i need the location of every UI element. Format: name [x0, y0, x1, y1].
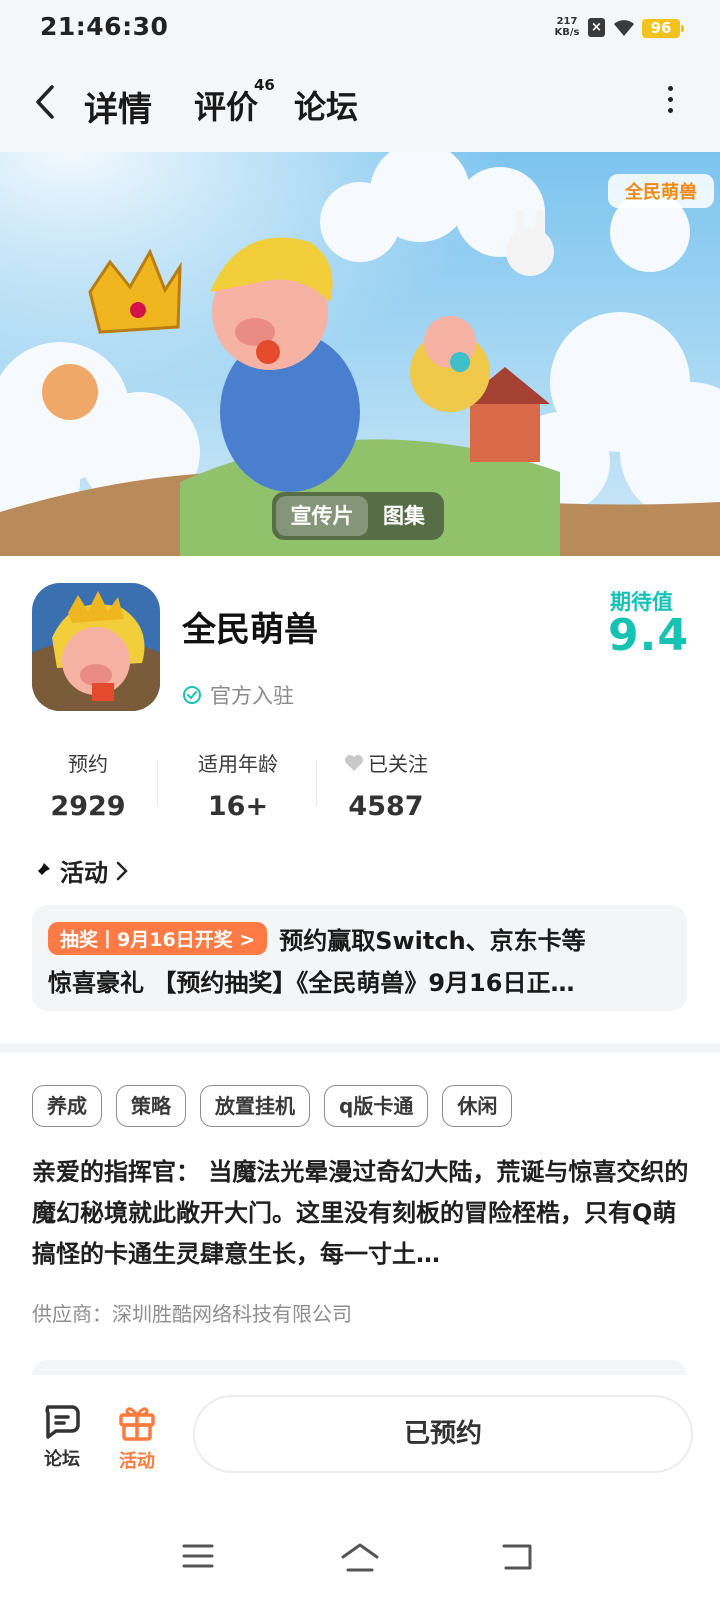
gift-icon: [119, 1407, 155, 1441]
stat-label: 适用年龄: [198, 752, 278, 776]
activity-section-header[interactable]: 活动: [32, 853, 128, 888]
net-speed-unit: KB/s: [554, 27, 580, 38]
chevron-right-icon: [116, 861, 128, 880]
tag-chip[interactable]: q版卡通: [324, 1085, 429, 1127]
stat-label: 已关注: [368, 752, 428, 776]
check-circle-icon: [183, 686, 201, 704]
net-speed-value: 217: [556, 16, 578, 27]
tag-list: 养成 策略 放置挂机 q版卡通 休闲: [32, 1085, 513, 1127]
chevron-left-icon[interactable]: [34, 84, 56, 120]
home-icon[interactable]: [340, 1543, 380, 1573]
top-nav: 详情 评价 46 论坛: [0, 56, 720, 152]
tab-details[interactable]: 详情: [84, 82, 152, 131]
activity-detail: 惊喜豪礼 【预约抽奖】《全民萌兽》9月16日正…: [48, 969, 575, 997]
official-label: 官方入驻: [210, 684, 294, 708]
stat-age-rating: 适用年龄 16+: [178, 748, 298, 822]
banner-logo-text: 全民萌兽: [624, 181, 697, 203]
forum-nav-label: 论坛: [44, 1449, 80, 1470]
reserved-button[interactable]: 已预约: [193, 1395, 693, 1473]
divider: [316, 760, 317, 806]
x-sim-icon: ×: [588, 18, 605, 37]
divider: [157, 760, 158, 806]
activity-headline: 预约赢取Switch、京东卡等: [279, 926, 586, 955]
stat-followers[interactable]: 已关注 4587: [336, 748, 436, 822]
stat-label: 预约: [68, 752, 108, 776]
more-vertical-icon[interactable]: [666, 86, 674, 119]
pin-icon: [34, 862, 50, 879]
section-divider: [0, 1043, 720, 1053]
lottery-badge: 抽奖丨9月16日开奖 >: [48, 921, 268, 955]
supplier-info: 供应商：深圳胜酷网络科技有限公司: [32, 1302, 352, 1326]
game-description[interactable]: 亲爱的指挥官： 当魔法光晕漫过奇幻大陆，荒诞与惊喜交织的魔幻秘境就此敞开大门。这…: [32, 1152, 692, 1275]
official-badge: 官方入驻: [182, 680, 294, 710]
activity-nav-button[interactable]: 活动: [107, 1403, 167, 1473]
gallery-tab-button[interactable]: 图集: [368, 492, 440, 540]
activity-nav-label: 活动: [119, 1451, 155, 1472]
game-title: 全民萌兽: [182, 610, 318, 650]
forum-nav-button[interactable]: 论坛: [32, 1403, 92, 1471]
back-icon[interactable]: [502, 1543, 534, 1571]
status-bar: 21:46:30 217 KB/s × 96: [0, 0, 720, 56]
review-count-badge: 46: [254, 76, 275, 94]
tag-chip[interactable]: 休闲: [442, 1085, 513, 1127]
system-nav-bar: [0, 1505, 720, 1605]
menu-icon[interactable]: [182, 1543, 214, 1569]
tag-chip[interactable]: 策略: [116, 1085, 186, 1127]
tab-reviews[interactable]: 评价: [194, 82, 258, 128]
wifi-icon: [614, 20, 634, 36]
tag-chip[interactable]: 养成: [32, 1085, 102, 1127]
expectation-score: 9.4: [608, 610, 689, 661]
stat-value: 2929: [50, 791, 126, 822]
stat-reservations: 预约 2929: [40, 748, 136, 822]
battery-icon: 96: [642, 19, 684, 38]
activity-title: 活动: [60, 859, 108, 887]
heart-icon: [345, 754, 363, 771]
activity-card[interactable]: 抽奖丨9月16日开奖 > 预约赢取Switch、京东卡等 惊喜豪礼 【预约抽奖】…: [32, 905, 687, 1011]
tag-chip[interactable]: 放置挂机: [200, 1085, 310, 1127]
stat-value: 16+: [207, 791, 269, 822]
bottom-action-bar: 论坛 活动 已预约: [0, 1375, 720, 1505]
chat-bubble-icon: [45, 1405, 80, 1439]
stat-value: 4587: [348, 791, 424, 822]
video-tab-button[interactable]: 宣传片: [276, 496, 368, 536]
tab-forum[interactable]: 论坛: [294, 82, 358, 128]
media-switcher: 宣传片 图集: [272, 492, 444, 540]
game-app-icon: [32, 583, 160, 711]
net-speed: 217 KB/s: [552, 16, 582, 38]
status-time: 21:46:30: [40, 12, 169, 41]
